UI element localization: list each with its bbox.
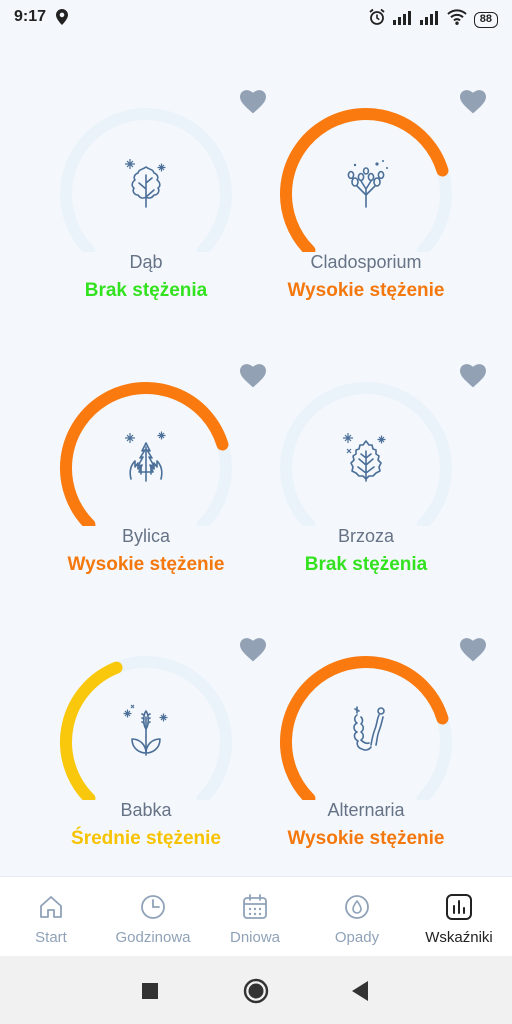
clock-icon xyxy=(141,895,165,919)
allergen-name: Brzoza xyxy=(337,526,395,546)
birch-leaf-icon xyxy=(343,433,386,482)
allergen-level: Wysokie stężenie xyxy=(67,554,225,575)
nav-dniowa-label: Dniowa xyxy=(229,929,281,946)
allergen-level: Średnie stężenie xyxy=(71,828,221,849)
allergen-name: Alternaria xyxy=(327,800,405,820)
battery-indicator: 88 xyxy=(473,11,498,28)
allergen-level: Wysokie stężenie xyxy=(287,280,445,301)
nav-godzinowa[interactable]: Godzinowa xyxy=(102,877,204,957)
allergen-card-brzoza[interactable]: Brzoza Brak stężenia xyxy=(266,354,486,594)
allergen-card-babka[interactable]: Babka Średnie stężenie xyxy=(46,628,266,868)
status-time: 9:17 xyxy=(14,8,47,25)
calendar-icon xyxy=(243,894,267,919)
back-icon[interactable] xyxy=(350,980,370,1002)
allergen-card-dab[interactable]: Dąb Brak stężenia xyxy=(46,80,266,320)
nav-dniowa[interactable]: Dniowa xyxy=(204,877,306,957)
nav-start-label: Start xyxy=(35,929,67,946)
signal-icon xyxy=(392,9,413,30)
home-circle-icon[interactable] xyxy=(243,978,269,1004)
alternaria-spores-icon xyxy=(353,706,385,751)
allergen-level: Brak stężenia xyxy=(84,280,208,301)
wifi-icon xyxy=(447,9,467,30)
nav-opady-label: Opady xyxy=(334,929,380,946)
recents-icon[interactable] xyxy=(141,982,159,1000)
signal-icon-2 xyxy=(419,9,440,30)
home-icon xyxy=(40,896,62,918)
allergen-card-cladosporium[interactable]: Cladosporium Wysokie stężenie xyxy=(266,80,486,320)
cladosporium-spores-icon xyxy=(347,160,388,208)
nav-wskazniki[interactable]: Wskaźniki xyxy=(408,877,510,957)
allergen-name: Dąb xyxy=(129,252,163,272)
bar-chart-icon xyxy=(446,894,472,920)
status-bar: 9:17 88 xyxy=(0,0,512,36)
allergen-level: Wysokie stężenie xyxy=(287,828,445,849)
drop-icon xyxy=(345,895,369,919)
bottom-navigation: Start Godzinowa Dniowa Opady Wskaźniki xyxy=(0,876,512,956)
location-icon xyxy=(56,9,68,30)
nav-opady[interactable]: Opady xyxy=(306,877,408,957)
nav-start[interactable]: Start xyxy=(0,877,102,957)
nav-godzinowa-label: Godzinowa xyxy=(115,929,191,946)
allergen-name: Cladosporium xyxy=(310,252,422,272)
allergen-name: Bylica xyxy=(121,526,170,546)
mugwort-leaf-icon xyxy=(125,431,166,482)
allergen-name: Babka xyxy=(120,800,172,820)
nav-wskazniki-label: Wskaźniki xyxy=(425,929,493,946)
plantain-plant-icon xyxy=(123,704,168,756)
oak-leaf-icon xyxy=(125,159,166,208)
system-navigation-bar xyxy=(0,956,512,1024)
allergen-card-bylica[interactable]: Bylica Wysokie stężenie xyxy=(46,354,266,594)
allergen-card-alternaria[interactable]: Alternaria Wysokie stężenie xyxy=(266,628,486,868)
allergen-level: Brak stężenia xyxy=(304,554,428,575)
alarm-icon xyxy=(368,8,386,31)
